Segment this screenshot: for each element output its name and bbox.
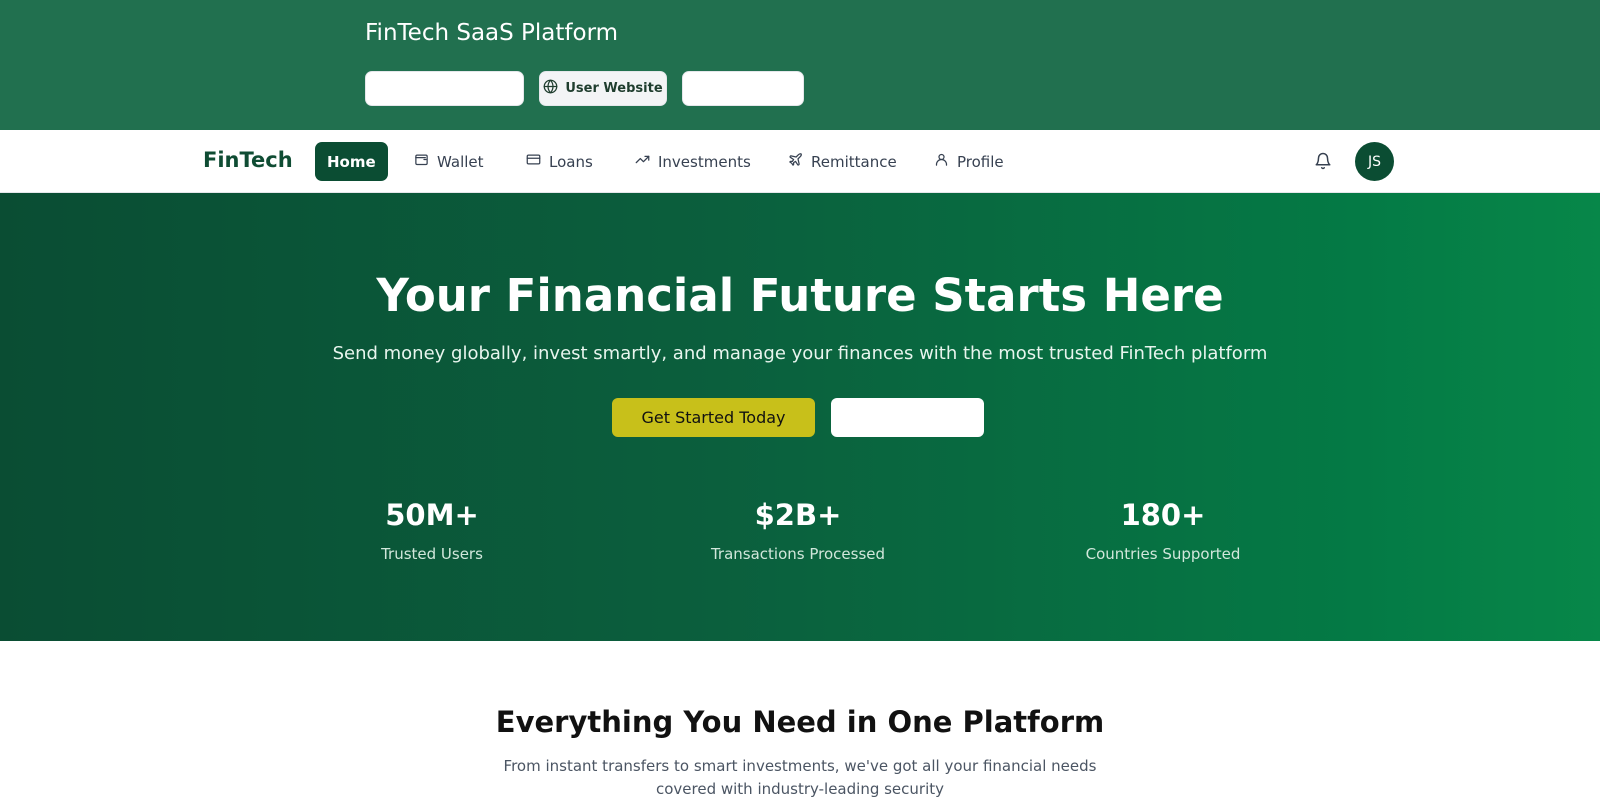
stat-countries: 180+ Countries Supported: [1043, 498, 1283, 563]
stat-transactions: $2B+ Transactions Processed: [678, 498, 918, 563]
hero-title: Your Financial Future Starts Here: [376, 269, 1224, 322]
plane-icon: [788, 152, 803, 171]
nav-item-label: Home: [327, 152, 376, 171]
nav-item-label: Profile: [957, 152, 1004, 171]
trending-up-icon: [635, 152, 650, 171]
features-subtitle: From instant transfers to smart investme…: [503, 757, 1097, 798]
stat-label: Transactions Processed: [710, 545, 886, 563]
nav-item-investments[interactable]: Investments: [635, 142, 751, 181]
banner-title: FinTech SaaS Platform: [365, 20, 619, 46]
stat-trusted-users: 50M+ Trusted Users: [312, 498, 552, 563]
features-title: Everything You Need in One Platform: [495, 705, 1105, 739]
stat-value: $2B+: [754, 498, 842, 532]
logo[interactable]: FinTech: [203, 148, 293, 172]
nav-item-profile[interactable]: Profile: [934, 142, 1004, 181]
hero-subtitle: Send money globally, invest smartly, and…: [332, 343, 1268, 364]
globe-icon: [543, 79, 558, 99]
banner-button-3[interactable]: [682, 71, 804, 106]
stat-label: Countries Supported: [1085, 545, 1241, 563]
nav-item-remittance[interactable]: Remittance: [788, 142, 897, 181]
avatar[interactable]: JS: [1355, 142, 1394, 181]
stat-value: 180+: [1120, 498, 1206, 532]
user-website-button[interactable]: User Website: [539, 71, 667, 106]
banner-button-1[interactable]: [365, 71, 524, 106]
get-started-button[interactable]: Get Started Today: [612, 398, 815, 437]
stat-label: Trusted Users: [381, 545, 483, 563]
nav-item-label: Investments: [658, 152, 751, 171]
hero-section: Your Financial Future Starts Here Send m…: [0, 193, 1600, 641]
platform-banner: FinTech SaaS Platform User Website: [0, 0, 1600, 130]
main-navbar: FinTech Home Wallet Loans Investments Re…: [0, 130, 1600, 193]
secondary-cta-button[interactable]: [831, 398, 984, 437]
nav-item-label: Remittance: [811, 152, 897, 171]
nav-item-wallet[interactable]: Wallet: [414, 142, 484, 181]
bell-icon[interactable]: [1314, 152, 1332, 170]
user-icon: [934, 152, 949, 171]
nav-item-label: Wallet: [437, 152, 484, 171]
credit-card-icon: [526, 152, 541, 171]
stat-value: 50M+: [385, 498, 479, 532]
nav-item-loans[interactable]: Loans: [526, 142, 593, 181]
user-website-label: User Website: [565, 81, 663, 96]
nav-item-home[interactable]: Home: [315, 142, 388, 181]
nav-item-label: Loans: [549, 152, 593, 171]
wallet-icon: [414, 152, 429, 171]
